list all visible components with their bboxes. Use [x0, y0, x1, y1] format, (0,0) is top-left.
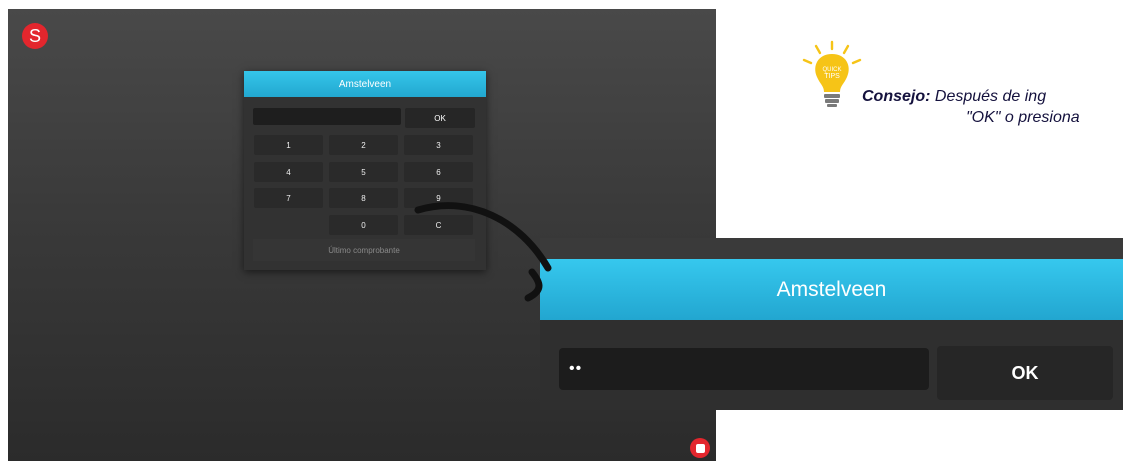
tip-line1: Consejo: Después de ing — [862, 86, 1123, 107]
tip-line1-text: Después de ing — [934, 88, 1047, 105]
tip-text: Consejo: Después de ing "OK" o presiona — [862, 86, 1123, 128]
tip-label: Consejo: — [862, 88, 931, 105]
quick-tips-icon: QUICK TIPS — [800, 40, 864, 117]
callout-arrow — [414, 202, 552, 302]
quick-tips-badge-line2: TIPS — [824, 73, 840, 80]
tip-line2: "OK" o presiona — [966, 109, 1080, 126]
